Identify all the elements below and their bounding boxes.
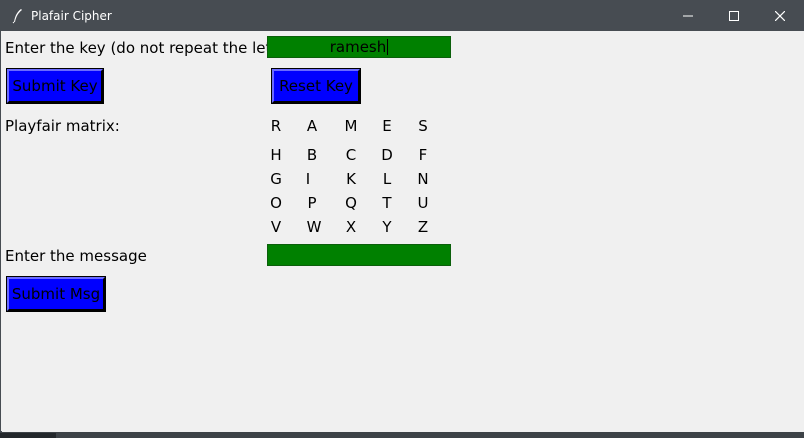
matrix-cell: L: [382, 170, 392, 188]
message-input[interactable]: [267, 244, 451, 266]
matrix-cell: H: [270, 146, 282, 164]
matrix-cell: K: [346, 170, 356, 188]
matrix-label: Playfair matrix:: [5, 117, 120, 135]
title-bar[interactable]: Plafair Cipher: [1, 1, 804, 31]
matrix-cell: V: [270, 218, 282, 236]
taskbar-item: [0, 433, 56, 438]
matrix-cell: O: [270, 194, 282, 212]
submit-key-button[interactable]: Submit Key: [6, 68, 104, 104]
matrix-cell: A: [306, 117, 318, 135]
close-button[interactable]: [757, 1, 803, 31]
key-input[interactable]: ramesh: [267, 36, 451, 58]
message-label: Enter the message: [5, 247, 147, 265]
matrix-cell: I: [305, 170, 311, 188]
close-icon: [775, 11, 785, 21]
matrix-cell: E: [382, 117, 392, 135]
reset-key-button[interactable]: Reset Key: [271, 68, 361, 104]
matrix-cell: M: [344, 117, 358, 135]
key-label: Enter the key (do not repeat the letter): [5, 39, 299, 57]
minimize-icon: [683, 15, 693, 17]
matrix-cell: S: [418, 117, 428, 135]
minimize-button[interactable]: [665, 1, 711, 31]
matrix-cell: G: [270, 170, 282, 188]
matrix-cell: U: [417, 194, 429, 212]
window-title: Plafair Cipher: [31, 9, 112, 23]
matrix-cell: B: [306, 146, 318, 164]
matrix-cell: T: [382, 194, 392, 212]
feather-icon: [11, 8, 25, 24]
matrix-cell: R: [270, 117, 282, 135]
submit-msg-button[interactable]: Submit Msg: [6, 276, 106, 312]
matrix-cell: W: [306, 218, 322, 236]
matrix-cell: D: [381, 146, 393, 164]
taskbar: [0, 432, 804, 438]
matrix-cell: P: [307, 194, 317, 212]
matrix-cell: Y: [382, 218, 392, 236]
key-input-value: ramesh: [329, 38, 387, 56]
main-content: Enter the key (do not repeat the letter)…: [2, 31, 804, 432]
app-window: Plafair Cipher Enter the key (do not rep…: [0, 0, 804, 432]
text-caret: [387, 39, 389, 55]
matrix-cell: Z: [417, 218, 429, 236]
maximize-icon: [729, 11, 739, 21]
matrix-cell: F: [418, 146, 428, 164]
matrix-cell: X: [345, 218, 357, 236]
maximize-button[interactable]: [711, 1, 757, 31]
matrix-cell: C: [345, 146, 357, 164]
matrix-cell: N: [417, 170, 429, 188]
matrix-cell: Q: [345, 194, 357, 212]
